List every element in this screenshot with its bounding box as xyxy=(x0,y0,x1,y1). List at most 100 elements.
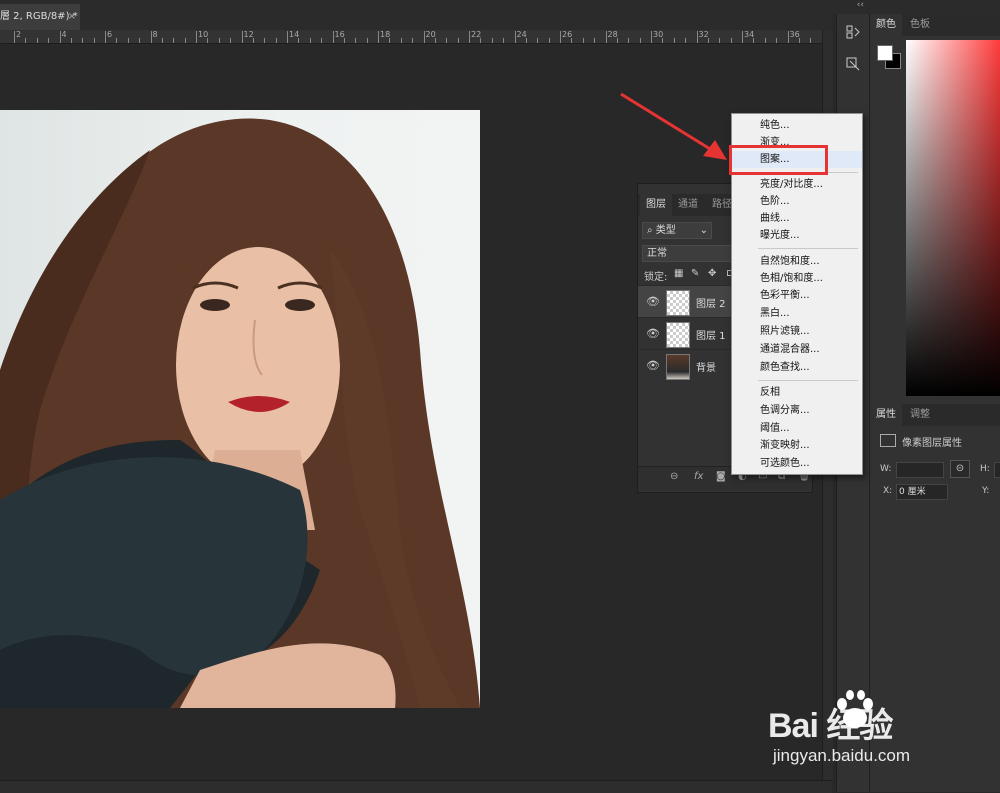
ruler-minor-tick xyxy=(230,38,232,43)
tab-color[interactable]: 颜色 xyxy=(870,14,902,36)
tab-properties[interactable]: 属性 xyxy=(870,404,902,426)
menu-item-hue-saturation[interactable]: 色相/饱和度... xyxy=(732,270,862,287)
ruler-minor-tick xyxy=(184,38,186,43)
ruler-minor-tick xyxy=(628,38,630,43)
color-spectrum-picker[interactable] xyxy=(906,40,1000,396)
h-label: H: xyxy=(980,464,990,474)
ruler-minor-tick xyxy=(116,38,118,43)
ruler-major-tick xyxy=(150,31,152,43)
collapse-panels-icon[interactable]: ‹‹ xyxy=(857,0,864,10)
ruler-minor-tick xyxy=(343,38,345,43)
ruler-minor-tick xyxy=(810,38,812,43)
chevron-down-icon: ⌄ xyxy=(699,225,708,236)
ruler-label: 8 xyxy=(152,30,158,39)
ruler-major-tick xyxy=(105,31,106,43)
menu-item-color-balance[interactable]: 色彩平衡... xyxy=(732,287,862,304)
color-panel-tabs: 颜色 色板 xyxy=(870,14,1000,36)
tab-channels[interactable]: 通道 xyxy=(672,194,704,216)
menu-item-vibrance[interactable]: 自然饱和度... xyxy=(732,253,862,270)
close-tab-icon[interactable]: × xyxy=(68,4,76,30)
menu-item-curves[interactable]: 曲线... xyxy=(732,210,862,227)
document-tab-title: 層 2, RGB/8#) * xyxy=(0,11,78,22)
tab-swatches[interactable]: 色板 xyxy=(904,14,936,36)
ruler-major-tick xyxy=(469,31,470,43)
ruler-major-tick xyxy=(241,31,243,43)
visibility-eye-icon[interactable]: 👁 xyxy=(646,295,660,308)
ruler-minor-tick xyxy=(639,38,641,43)
menu-item-brightness-contrast[interactable]: 亮度/对比度... xyxy=(732,176,862,193)
fx-icon[interactable]: fx xyxy=(694,471,703,482)
ruler-minor-tick xyxy=(25,38,27,43)
paw-logo-icon xyxy=(832,688,878,734)
ruler-major-tick xyxy=(423,31,425,43)
annotation-arrow-icon xyxy=(620,92,727,160)
ruler-minor-tick xyxy=(218,38,220,43)
ruler-minor-tick xyxy=(298,38,300,43)
ruler-minor-tick xyxy=(753,38,755,43)
menu-item-selective-color[interactable]: 可选颜色... xyxy=(732,455,862,472)
ruler-minor-tick xyxy=(82,38,84,43)
link-dimensions-icon[interactable]: ⊝ xyxy=(950,460,970,478)
properties-panel-tabs: 属性 调整 xyxy=(870,404,1000,426)
ruler-minor-tick xyxy=(503,38,505,43)
lock-paint-icon[interactable]: ✎ xyxy=(691,268,699,279)
lock-move-icon[interactable]: ✥ xyxy=(708,268,716,279)
tab-layers[interactable]: 图层 xyxy=(640,194,672,216)
layer-thumbnail xyxy=(666,354,690,380)
ruler-minor-tick xyxy=(207,38,209,43)
menu-item-exposure[interactable]: 曝光度... xyxy=(732,227,862,244)
ruler-minor-tick xyxy=(537,38,539,43)
ruler-major-tick xyxy=(14,31,15,43)
menu-item-channel-mixer[interactable]: 通道混合器... xyxy=(732,341,862,358)
x-position-input[interactable]: 0 厘米 xyxy=(896,484,948,500)
ruler-minor-tick xyxy=(173,38,175,43)
ruler-major-tick xyxy=(560,31,561,43)
ruler-minor-tick xyxy=(36,38,38,43)
menu-item-black-white[interactable]: 黑白... xyxy=(732,305,862,322)
menu-item-solid-color[interactable]: 纯色... xyxy=(732,117,862,134)
document-tab[interactable]: 層 2, RGB/8#) * × xyxy=(0,4,80,30)
menu-item-threshold[interactable]: 阈值... xyxy=(732,420,862,437)
menu-divider xyxy=(758,248,858,249)
menu-item-invert[interactable]: 反相 xyxy=(732,384,862,401)
blend-mode-value: 正常 xyxy=(647,248,667,259)
layer-name: 图层 1 xyxy=(696,331,726,342)
history-icon[interactable] xyxy=(843,24,863,44)
layer-filter-select[interactable]: ⌕ 类型 ⌄ xyxy=(642,222,712,239)
horizontal-scrollbar[interactable] xyxy=(0,780,832,793)
menu-item-posterize[interactable]: 色调分离... xyxy=(732,402,862,419)
ruler-minor-tick xyxy=(434,38,436,43)
menu-item-levels[interactable]: 色阶... xyxy=(732,193,862,210)
w-label: W: xyxy=(880,464,892,474)
tab-adjustments[interactable]: 调整 xyxy=(904,404,936,426)
ruler-major-tick xyxy=(605,31,607,43)
properties-tool-icon[interactable] xyxy=(843,56,863,76)
menu-item-photo-filter[interactable]: 照片滤镜... xyxy=(732,323,862,340)
visibility-eye-icon[interactable]: 👁 xyxy=(646,359,660,372)
ruler-minor-tick xyxy=(525,38,527,43)
height-input[interactable] xyxy=(994,462,1000,478)
foreground-color-swatch[interactable] xyxy=(877,45,893,61)
layer-name: 图层 2 xyxy=(696,299,726,310)
ruler-major-tick xyxy=(59,31,61,43)
canvas-photo xyxy=(0,110,480,708)
menu-item-color-lookup[interactable]: 颜色查找... xyxy=(732,359,862,376)
width-input[interactable] xyxy=(896,462,944,478)
lock-transparent-icon[interactable]: ▦ xyxy=(674,268,683,279)
ruler-minor-tick xyxy=(412,38,414,43)
ruler-minor-tick xyxy=(48,38,50,43)
layer-name: 背景 xyxy=(696,363,716,374)
menu-item-gradient-map[interactable]: 渐变映射... xyxy=(732,437,862,454)
ruler-minor-tick xyxy=(548,38,550,43)
mask-icon[interactable]: ◙ xyxy=(716,471,726,482)
ruler-minor-tick xyxy=(685,38,687,43)
blend-mode-select[interactable]: 正常 xyxy=(642,245,738,262)
visibility-eye-icon[interactable]: 👁 xyxy=(646,327,660,340)
ruler-minor-tick xyxy=(366,38,368,43)
ruler-minor-tick xyxy=(252,38,254,43)
y-label: Y: xyxy=(982,486,990,496)
search-icon: ⌕ xyxy=(647,225,653,236)
ruler-minor-tick xyxy=(321,38,323,43)
link-icon[interactable]: ⊖ xyxy=(670,471,678,482)
ruler-minor-tick xyxy=(616,38,618,43)
